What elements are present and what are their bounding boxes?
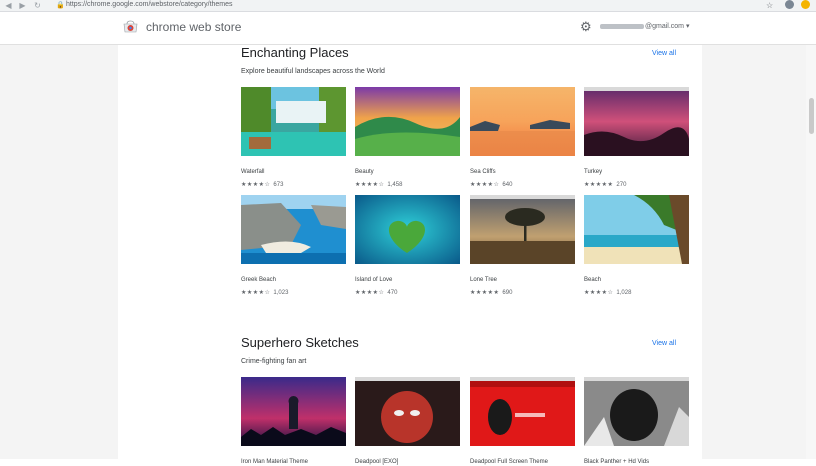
theme-rating: ★★★★★ 270	[584, 181, 689, 189]
theme-card-waterfall[interactable]: Waterfall ★★★★☆ 673	[241, 87, 346, 189]
theme-thumbnail-island-of-love[interactable]	[355, 195, 460, 264]
store-name[interactable]: chrome web store	[146, 20, 241, 35]
theme-name[interactable]: Black Panther + Hd Vids	[584, 458, 689, 466]
theme-card-turkey[interactable]: Turkey ★★★★★ 270	[584, 87, 689, 189]
rating-stars-icon: ★★★★☆	[355, 182, 385, 188]
chevron-down-icon: ▾	[685, 23, 690, 30]
theme-name[interactable]: Deadpool [EXO]	[355, 458, 460, 466]
section-subtitle-superhero-sketches: Crime-fighting fan art	[241, 358, 307, 365]
rating-stars-icon: ★★★★☆	[584, 290, 614, 296]
rating-stars-icon: ★★★★★	[584, 182, 614, 188]
theme-card-greek-beach[interactable]: Greek Beach ★★★★☆ 1,023	[241, 195, 346, 297]
theme-name[interactable]: Lone Tree	[470, 276, 575, 284]
theme-name[interactable]: Waterfall	[241, 168, 346, 176]
section-title-superhero-sketches: Superhero Sketches	[241, 335, 359, 350]
theme-name[interactable]: Island of Love	[355, 276, 460, 284]
theme-card-lone-tree[interactable]: Lone Tree ★★★★★ 690	[470, 195, 575, 297]
rating-stars-icon: ★★★★★	[470, 290, 500, 296]
theme-rating: ★★★★☆ 470	[355, 289, 460, 297]
rating-count: 690	[502, 290, 513, 296]
theme-rating: ★★★★☆ 1,023	[241, 289, 346, 297]
theme-thumbnail-lone-tree[interactable]	[470, 195, 575, 264]
scrollbar-thumb[interactable]	[809, 98, 814, 134]
theme-name[interactable]: Turkey	[584, 168, 689, 176]
account-menu[interactable]: @gmail.com ▾	[600, 22, 689, 32]
theme-card-sea-cliffs[interactable]: Sea Cliffs ★★★★☆ 640	[470, 87, 575, 189]
account-email-suffix: @gmail.com	[645, 23, 685, 30]
theme-rating: ★★★★☆ 640	[470, 181, 575, 189]
rating-count: 1,028	[616, 290, 632, 296]
view-all-enchanting-places[interactable]: View all	[652, 49, 676, 58]
extension-icon[interactable]	[801, 0, 810, 9]
browser-toolbar: ◀ ▶ ↻ 🔒 https://chrome.google.com/websto…	[0, 0, 816, 12]
theme-thumbnail-waterfall[interactable]	[241, 87, 346, 156]
theme-card-deadpool-exo[interactable]: Deadpool [EXO]	[355, 377, 460, 466]
theme-name[interactable]: Iron Man Material Theme	[241, 458, 346, 466]
rating-count: 270	[616, 182, 627, 188]
forward-icon[interactable]: ▶	[18, 1, 27, 10]
theme-thumbnail-beach[interactable]	[584, 195, 689, 264]
theme-card-deadpool-full-screen[interactable]: Deadpool Full Screen Theme	[470, 377, 575, 466]
chrome-web-store-logo-icon[interactable]	[123, 20, 138, 33]
back-icon[interactable]: ◀	[4, 1, 13, 10]
theme-card-beach[interactable]: Beach ★★★★☆ 1,028	[584, 195, 689, 297]
theme-thumbnail-black-panther[interactable]	[584, 377, 689, 446]
section-title-enchanting-places: Enchanting Places	[241, 45, 349, 60]
theme-thumbnail-greek-beach[interactable]	[241, 195, 346, 264]
theme-thumbnail-deadpool-full-screen[interactable]	[470, 377, 575, 446]
profile-avatar-icon[interactable]	[785, 0, 794, 9]
theme-thumbnail-turkey[interactable]	[584, 87, 689, 156]
rating-count: 673	[273, 182, 284, 188]
rating-stars-icon: ★★★★☆	[241, 290, 271, 296]
theme-thumbnail-deadpool-exo[interactable]	[355, 377, 460, 446]
rating-count: 1,458	[387, 182, 403, 188]
theme-thumbnail-beauty[interactable]	[355, 87, 460, 156]
theme-name[interactable]: Sea Cliffs	[470, 168, 575, 176]
rating-stars-icon: ★★★★☆	[355, 290, 385, 296]
rating-count: 470	[387, 290, 398, 296]
theme-name[interactable]: Beach	[584, 276, 689, 284]
rating-count: 640	[502, 182, 513, 188]
theme-name[interactable]: Beauty	[355, 168, 460, 176]
theme-card-black-panther[interactable]: Black Panther + Hd Vids	[584, 377, 689, 466]
theme-thumbnail-sea-cliffs[interactable]	[470, 87, 575, 156]
rating-stars-icon: ★★★★☆	[470, 182, 500, 188]
gear-icon[interactable]: ⚙	[580, 19, 592, 34]
theme-rating: ★★★★☆ 673	[241, 181, 346, 189]
theme-rating: ★★★★☆ 1,458	[355, 181, 460, 189]
theme-card-beauty[interactable]: Beauty ★★★★☆ 1,458	[355, 87, 460, 189]
lock-icon: 🔒	[56, 2, 65, 9]
bookmark-star-icon[interactable]: ☆	[766, 1, 773, 10]
reload-icon[interactable]: ↻	[33, 1, 42, 10]
theme-thumbnail-iron-man[interactable]	[241, 377, 346, 446]
theme-rating: ★★★★★ 690	[470, 289, 575, 297]
theme-card-island-of-love[interactable]: Island of Love ★★★★☆ 470	[355, 195, 460, 297]
theme-name[interactable]: Greek Beach	[241, 276, 346, 284]
view-all-superhero-sketches[interactable]: View all	[652, 339, 676, 348]
rating-count: 1,023	[273, 290, 289, 296]
account-email-redacted	[600, 23, 644, 29]
theme-name[interactable]: Deadpool Full Screen Theme	[470, 458, 575, 466]
section-subtitle-enchanting-places: Explore beautiful landscapes across the …	[241, 68, 385, 75]
theme-card-iron-man[interactable]: Iron Man Material Theme	[241, 377, 346, 466]
address-bar[interactable]: https://chrome.google.com/webstore/categ…	[66, 0, 233, 10]
rating-stars-icon: ★★★★☆	[241, 182, 271, 188]
theme-rating: ★★★★☆ 1,028	[584, 289, 689, 297]
store-header: chrome web store ⚙ @gmail.com ▾	[0, 12, 816, 45]
